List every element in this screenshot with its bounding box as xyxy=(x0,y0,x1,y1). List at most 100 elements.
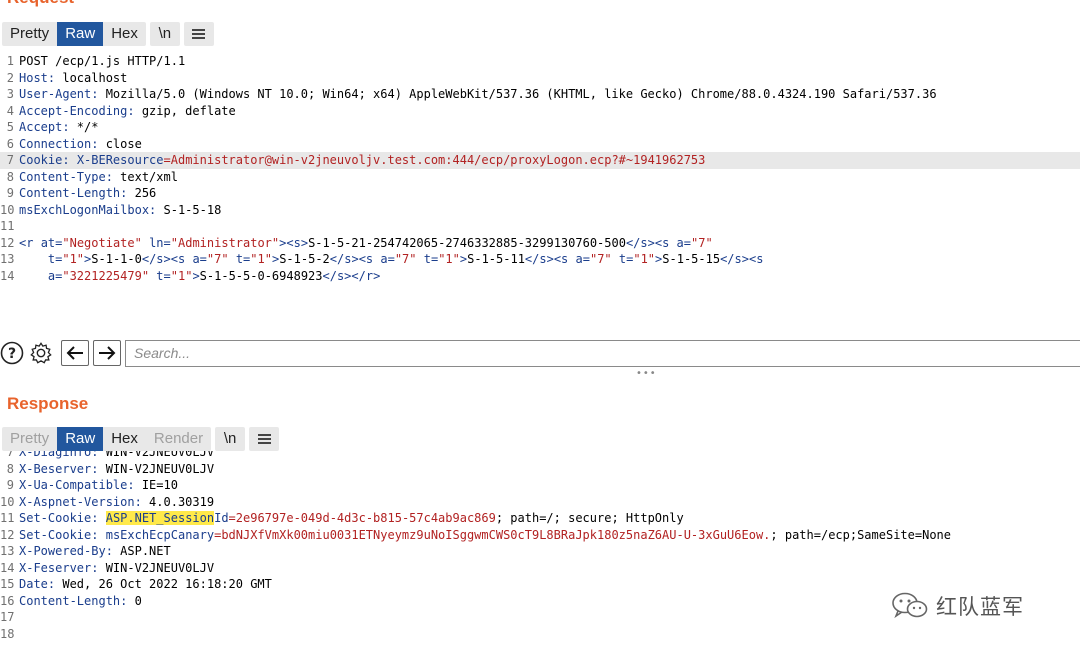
request-tab-hex[interactable]: Hex xyxy=(103,22,146,46)
xml-token: "1" xyxy=(438,252,460,266)
editor-line: 9 X-Ua-Compatible: IE=10 xyxy=(0,477,1080,494)
header-name: Content-Length: xyxy=(19,593,128,608)
line-number: 7 xyxy=(6,451,14,459)
line-number: 8 xyxy=(6,169,14,184)
header-value: 4.0.30319 xyxy=(141,494,215,509)
xml-token: a= xyxy=(19,268,63,283)
xml-token: "7" xyxy=(691,235,713,250)
xml-token: "7" xyxy=(206,252,229,266)
response-menu-button[interactable] xyxy=(249,427,280,451)
line-number: 8 xyxy=(6,461,14,476)
xml-token: "7" xyxy=(589,252,612,266)
xml-token: "1" xyxy=(633,252,656,266)
pane-divider-handle[interactable]: ••• xyxy=(636,368,657,379)
header-name: X-Ua-Compatible: xyxy=(19,478,135,492)
xml-token: </s> xyxy=(141,252,171,266)
editor-line: 7 Cookie: X-BEResource=Administrator@win-… xyxy=(0,152,1080,169)
header-value: WIN-V2JNEUV0LJV xyxy=(98,461,215,476)
xml-token: t= xyxy=(416,252,439,266)
previous-match-button[interactable] xyxy=(61,340,89,366)
search-toolbar: ? Search... xyxy=(0,339,1080,369)
editor-line: 10 X-Aspnet-Version: 4.0.30319 xyxy=(0,494,1080,511)
line-number: 16 xyxy=(0,593,15,608)
arrow-right-icon xyxy=(99,346,116,360)
wechat-icon xyxy=(892,592,928,619)
header-value: WIN-V2JNEUV0LJV xyxy=(98,451,215,459)
line-number: 11 xyxy=(0,219,15,233)
search-input[interactable]: Search... xyxy=(125,340,1080,367)
header-value: WIN-V2JNEUV0LJV xyxy=(98,560,215,575)
header-value xyxy=(98,528,105,542)
header-value: text/xml xyxy=(112,169,178,184)
xml-token: "Negotiate" xyxy=(62,235,142,250)
response-tab-render[interactable]: Render xyxy=(146,427,211,451)
editor-line: 8 X-Beserver: WIN-V2JNEUV0LJV xyxy=(0,461,1080,478)
header-value: gzip, deflate xyxy=(134,103,236,118)
header-name: Cookie: xyxy=(19,153,70,167)
header-name: X-Feserver: xyxy=(19,560,99,575)
header-name: Accept-Encoding: xyxy=(19,103,135,118)
cookie-attributes: ; path=/ecp;SameSite=None xyxy=(770,527,952,542)
header-value: 256 xyxy=(127,186,157,200)
next-match-button[interactable] xyxy=(93,340,121,366)
xml-token: "7" xyxy=(394,252,417,266)
editor-line: 14 a="3221225479" t="1">S-1-5-5-0-694892… xyxy=(0,268,1080,285)
header-name: Accept: xyxy=(19,120,70,134)
xml-token: a= xyxy=(380,252,395,266)
xml-token: </s> xyxy=(625,235,655,250)
response-tab-hex[interactable]: Hex xyxy=(103,427,146,451)
editor-line: 14 X-Feserver: WIN-V2JNEUV0LJV xyxy=(0,560,1080,577)
help-button[interactable]: ? xyxy=(0,341,24,365)
response-tab-raw[interactable]: Raw xyxy=(57,427,104,451)
editor-line: 11 Set-Cookie: ASP.NET_SessionId=2e96797e… xyxy=(0,510,1080,527)
line-number: 9 xyxy=(6,478,14,492)
request-menu-button[interactable] xyxy=(183,22,214,46)
request-tab-raw[interactable]: Raw xyxy=(57,22,104,46)
header-name: Content-Type: xyxy=(19,169,113,184)
line-number: 10 xyxy=(0,494,15,509)
cookie-value: =2e96797e-049d-4d3c-b815-57c4ab9ac869 xyxy=(228,511,496,525)
xml-token: <s> xyxy=(286,235,309,250)
request-editor[interactable]: 1 POST /ecp/1.js HTTP/1.1 2 Host: localhost… xyxy=(0,53,1080,284)
xml-token: <s xyxy=(553,252,576,266)
editor-line: 5 Accept: */* xyxy=(0,119,1080,136)
cookie-value: =bdNJXfVmXk00miu0031ETNyeymz9uNoISggwmCW… xyxy=(214,527,771,542)
cookie-name: Id xyxy=(214,511,229,525)
xml-token: </s> xyxy=(329,252,359,266)
header-value xyxy=(98,511,105,525)
header-name: X-Diaginfo: xyxy=(19,451,99,459)
request-view-tabs: Pretty Raw Hex xyxy=(2,22,146,46)
response-tab-pretty[interactable]: Pretty xyxy=(2,427,57,451)
menu-icon xyxy=(192,29,206,39)
editor-line: 8 Content-Type: text/xml xyxy=(0,169,1080,186)
xml-token: S-1-5-5-0-6948923 xyxy=(199,268,323,283)
help-icon: ? xyxy=(0,341,24,365)
editor-line: 3 User-Agent: Mozilla/5.0 (Windows NT 10.… xyxy=(0,86,1080,103)
header-name: Content-Length: xyxy=(19,186,128,200)
xml-token: "1" xyxy=(62,252,85,266)
xml-token: a= xyxy=(575,252,590,266)
xml-token: S-1-5-15 xyxy=(662,252,721,266)
editor-line: 1 POST /ecp/1.js HTTP/1.1 xyxy=(0,53,1080,70)
response-newline-toggle[interactable]: \n xyxy=(215,427,246,451)
xml-token: <s xyxy=(654,235,677,250)
cookie-name: X-BEResource xyxy=(76,153,164,167)
xml-token: > xyxy=(192,268,200,283)
line-number: 9 xyxy=(6,186,14,200)
line-number: 6 xyxy=(6,136,14,151)
header-name: User-Agent: xyxy=(19,87,99,101)
xml-token: S-1-5-11 xyxy=(467,252,525,266)
cookie-attributes: ; path=/; secure; HttpOnly xyxy=(495,511,684,525)
editor-line: 11 xyxy=(0,218,1080,235)
xml-token: "1" xyxy=(170,268,193,283)
settings-button[interactable] xyxy=(29,341,53,365)
header-name: X-Powered-By: xyxy=(19,544,113,558)
header-value: ASP.NET xyxy=(112,544,171,558)
xml-token: </s> xyxy=(720,252,749,266)
header-value: S-1-5-18 xyxy=(156,202,222,217)
request-newline-toggle[interactable]: \n xyxy=(149,22,180,46)
request-tab-pretty[interactable]: Pretty xyxy=(2,22,57,46)
xml-token: <s xyxy=(170,252,193,266)
request-tabbar: Pretty Raw Hex \n xyxy=(2,22,214,46)
line-number: 13 xyxy=(0,544,15,558)
